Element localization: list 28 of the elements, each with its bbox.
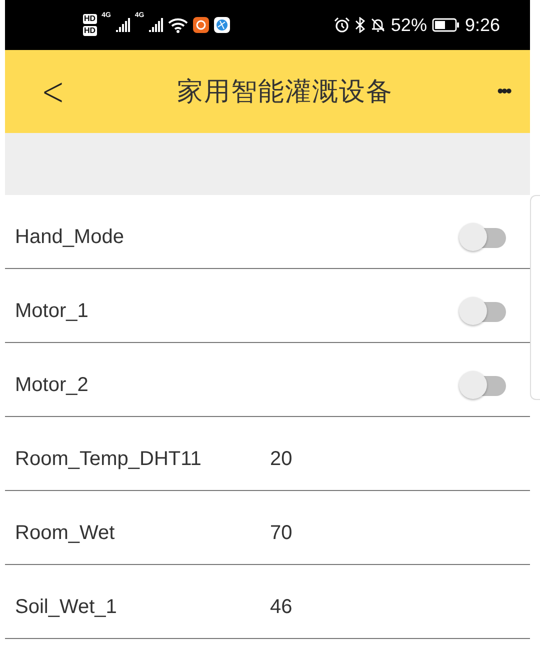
field-label: Room_Temp_DHT11 [15,448,202,471]
wifi-icon [168,17,188,33]
alarm-icon [334,17,350,33]
toggle-switch[interactable] [458,296,508,328]
bluetooth-icon [354,17,365,33]
globe-icon [214,17,230,33]
toggle-switch[interactable] [458,222,508,254]
field-label: Room_Wet [15,522,116,545]
signal-icon [116,18,130,32]
field-label: Motor_1 [15,300,90,323]
signal-icon [149,18,164,32]
back-button[interactable]: < [39,68,67,114]
page-title: 家用智能灌溉设备 [176,75,394,108]
more-menu-button[interactable]: ••• [497,81,510,102]
muted-bell-icon [370,17,386,33]
clock-time: 9:26 [464,14,500,36]
field-label: Motor_2 [15,374,90,397]
field-value: 70 [270,522,292,545]
field-value: 20 [270,448,292,471]
hd-badge: HD [83,26,97,36]
app-icon [193,17,210,33]
battery-icon [432,18,460,32]
field-label: Soil_Wet_1 [15,596,118,619]
field-label: Hand_Mode [15,226,125,249]
toggle-switch[interactable] [458,370,508,402]
hd-badge: HD [83,14,97,24]
field-value: 46 [270,596,292,619]
battery-percent: 52% [390,14,427,36]
